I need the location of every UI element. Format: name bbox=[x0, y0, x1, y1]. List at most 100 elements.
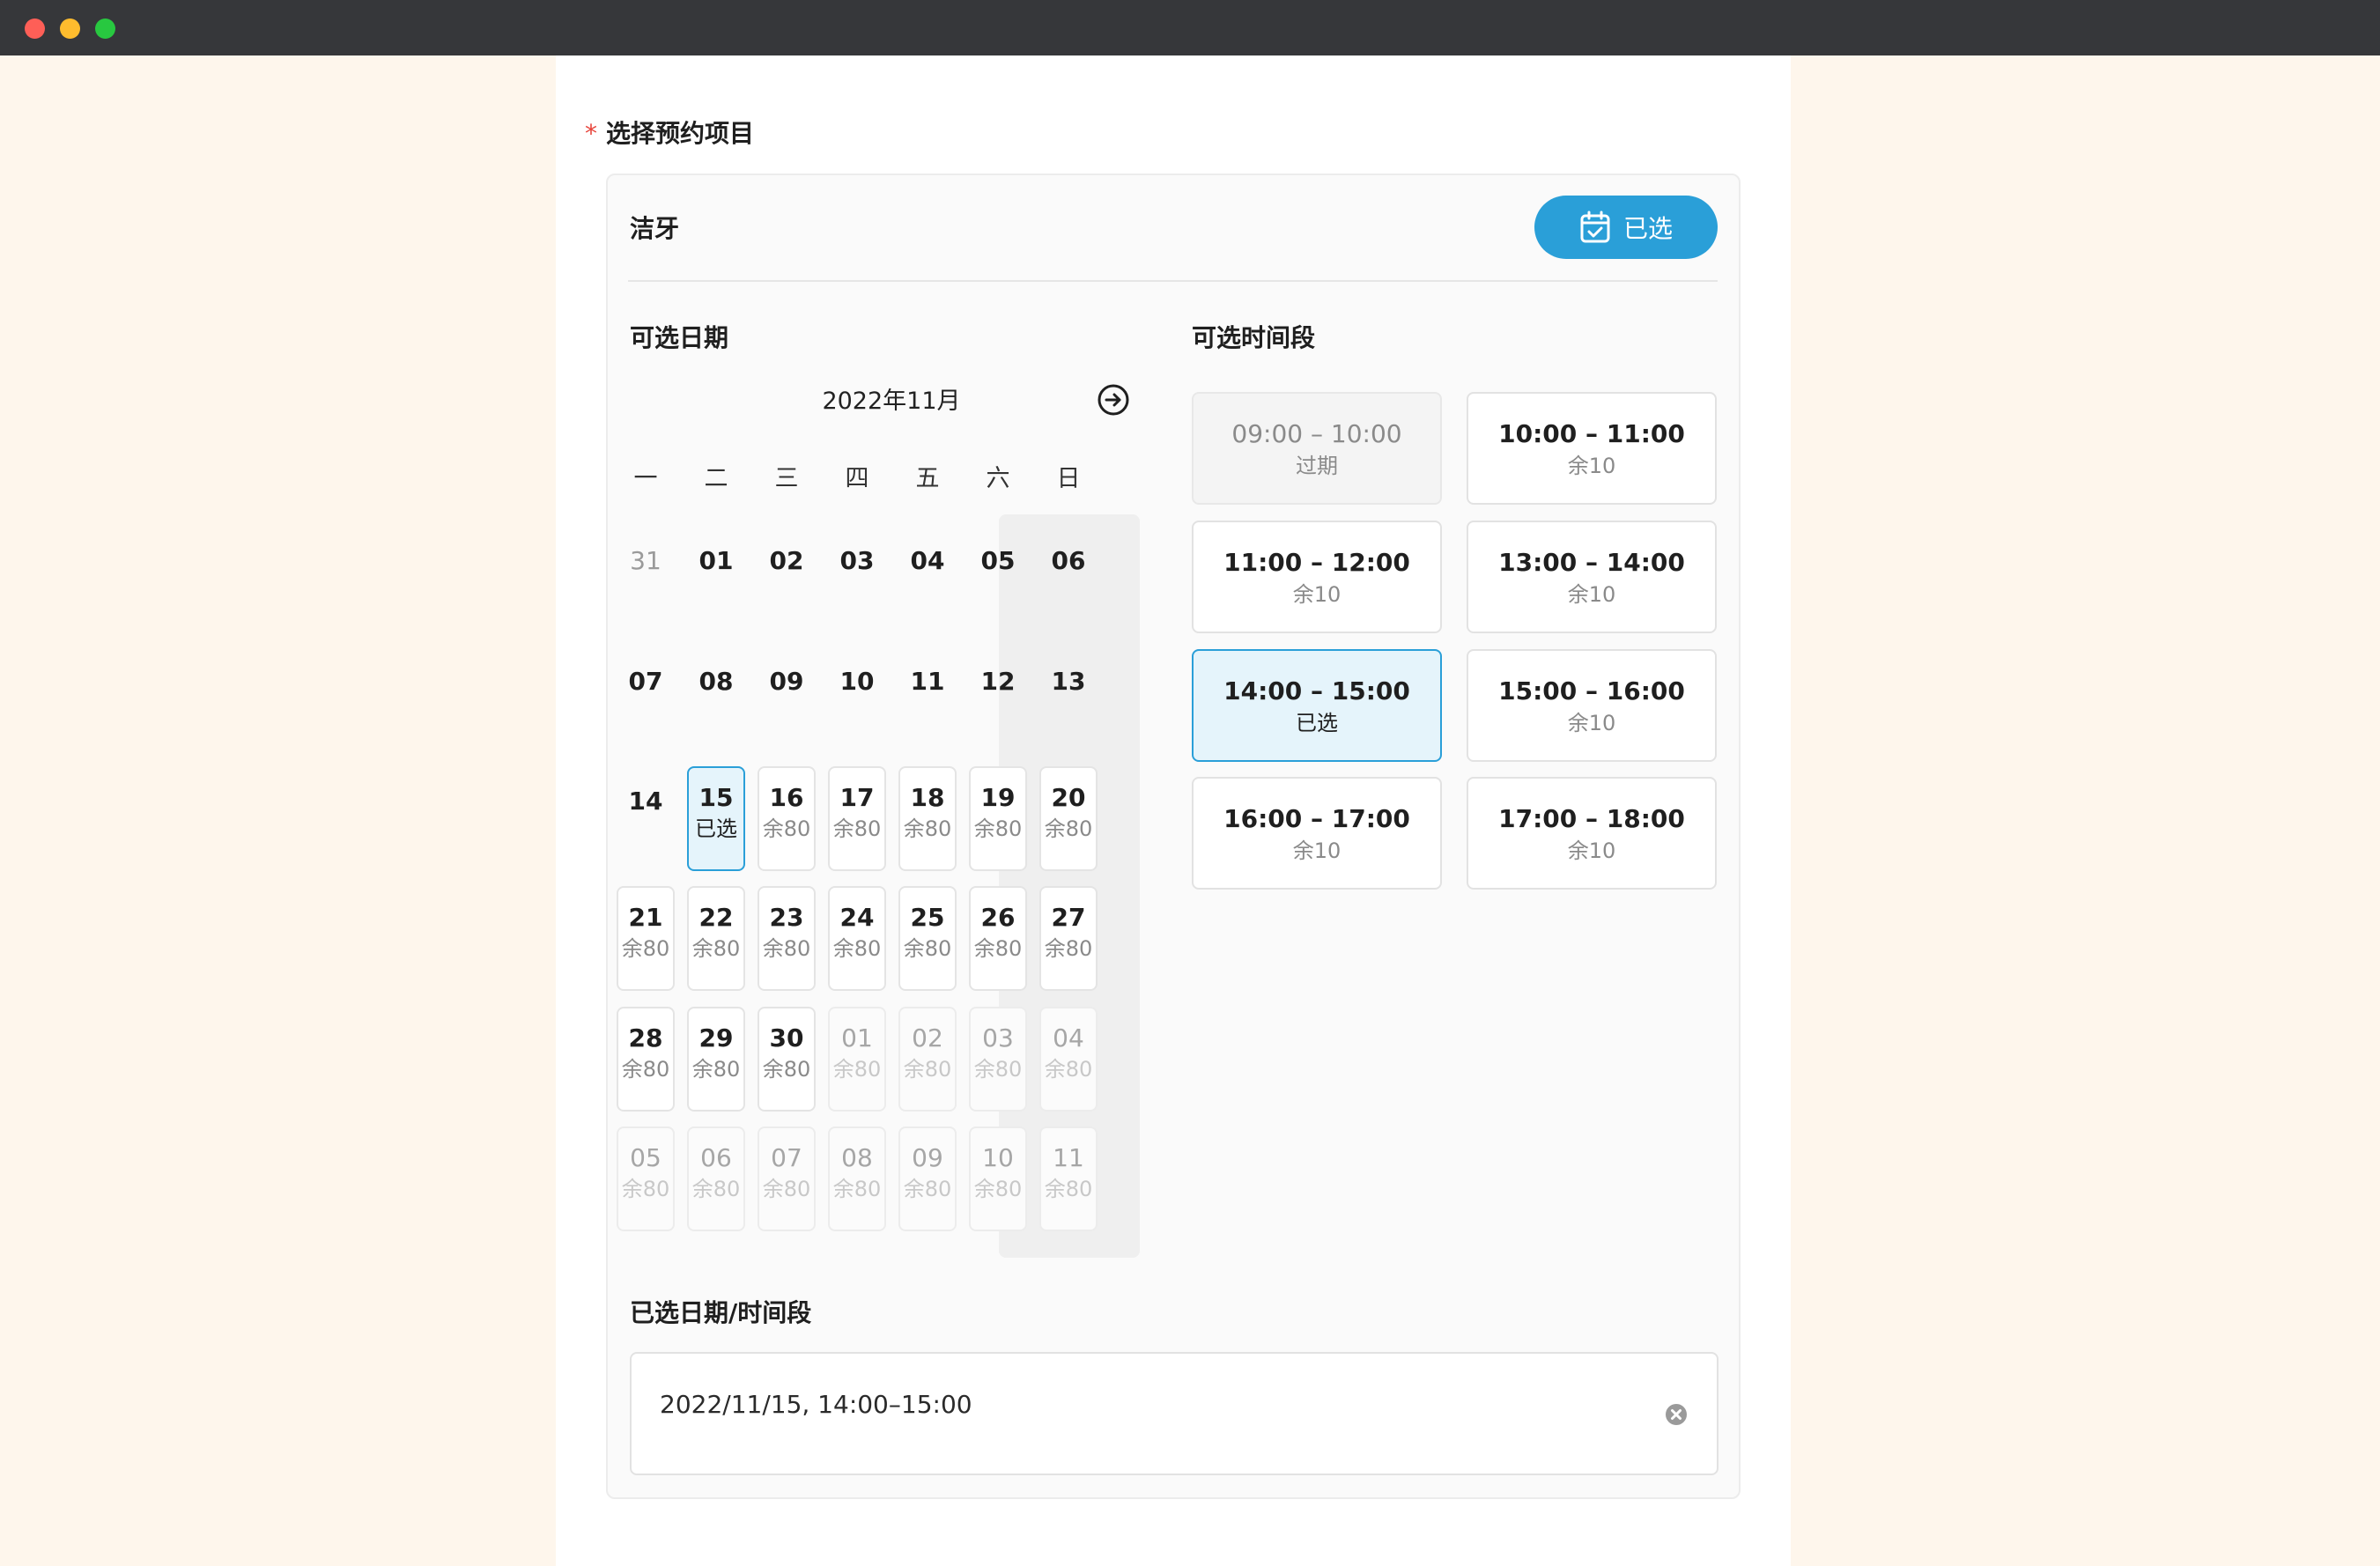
calendar-day-cell[interactable]: 22 余80 bbox=[687, 886, 745, 991]
calendar-day-status: 余80 bbox=[903, 1177, 952, 1201]
time-slot-range: 14:00 – 15:00 bbox=[1223, 676, 1410, 705]
calendar-day-number: 11 bbox=[1053, 1143, 1084, 1172]
card-divider bbox=[628, 280, 1718, 282]
time-slot-range: 10:00 – 11:00 bbox=[1498, 419, 1685, 448]
calendar-day-status: 余80 bbox=[1044, 816, 1093, 841]
time-slot[interactable]: 16:00 – 17:00 余10 bbox=[1192, 777, 1442, 890]
calendar-day[interactable]: 08 bbox=[681, 664, 751, 699]
time-slot-range: 17:00 – 18:00 bbox=[1498, 804, 1685, 833]
calendar-day-number: 23 bbox=[769, 903, 804, 932]
calendar-day[interactable]: 07 bbox=[610, 664, 681, 699]
calendar-day[interactable]: 02 bbox=[751, 543, 822, 579]
calendar-day[interactable]: 05 bbox=[963, 543, 1033, 579]
calendar-day-cell[interactable]: 30 余80 bbox=[758, 1007, 816, 1112]
field-label-text: 选择预约项目 bbox=[606, 119, 755, 148]
time-slot[interactable]: 14:00 – 15:00 已选 bbox=[1192, 649, 1442, 762]
calendar-day-cell[interactable]: 26 余80 bbox=[969, 886, 1027, 991]
calendar-day-status: 余80 bbox=[691, 936, 741, 961]
calendar-day[interactable]: 04 bbox=[892, 543, 963, 579]
calendar-day-cell: 05 余80 bbox=[617, 1126, 675, 1231]
calendar-day-cell[interactable]: 20 余80 bbox=[1039, 766, 1098, 871]
calendar-day[interactable]: 06 bbox=[1033, 543, 1104, 579]
calendar-day-number: 08 bbox=[841, 1143, 873, 1172]
arrow-right-circle-icon[interactable] bbox=[1096, 382, 1131, 417]
selected-datetime-field[interactable]: 2022/11/15, 14:00–15:00 bbox=[630, 1352, 1718, 1475]
zoom-window-button[interactable] bbox=[95, 18, 115, 39]
calendar-day-status: 余80 bbox=[1044, 1177, 1093, 1201]
calendar-day[interactable]: 09 bbox=[751, 664, 822, 699]
calendar-day-cell[interactable]: 29 余80 bbox=[687, 1007, 745, 1112]
weekday-label: 六 bbox=[986, 465, 1010, 492]
calendar-day-cell[interactable]: 24 余80 bbox=[828, 886, 886, 991]
calendar-day-cell[interactable]: 23 余80 bbox=[758, 886, 816, 991]
item-selected-button[interactable]: 已选 bbox=[1534, 196, 1718, 259]
calendar-day[interactable]: 12 bbox=[963, 664, 1033, 699]
calendar-day-cell[interactable]: 15 已选 bbox=[687, 766, 745, 871]
calendar-day-number: 29 bbox=[698, 1023, 734, 1053]
calendar-day-number: 07 bbox=[771, 1143, 802, 1172]
calendar-day-cell[interactable]: 17 余80 bbox=[828, 766, 886, 871]
calendar-day-status: 余80 bbox=[832, 1177, 882, 1201]
time-slot-range: 15:00 – 16:00 bbox=[1498, 676, 1685, 705]
calendar-day-number: 06 bbox=[700, 1143, 732, 1172]
calendar-day[interactable]: 11 bbox=[892, 664, 963, 699]
time-slot-status: 余10 bbox=[1567, 454, 1616, 478]
clear-circle-icon[interactable] bbox=[1665, 1403, 1688, 1426]
calendar-day-cell: 10 余80 bbox=[969, 1126, 1027, 1231]
calendar-day-cell[interactable]: 18 余80 bbox=[898, 766, 957, 871]
time-section-title: 可选时间段 bbox=[1192, 323, 1316, 352]
time-slot[interactable]: 13:00 – 14:00 余10 bbox=[1467, 521, 1717, 633]
calendar-day-cell: 08 余80 bbox=[828, 1126, 886, 1231]
calendar-day-number: 25 bbox=[910, 903, 945, 932]
calendar-day-cell[interactable]: 27 余80 bbox=[1039, 886, 1098, 991]
calendar-day: 31 bbox=[630, 546, 662, 575]
calendar-day-cell[interactable]: 28 余80 bbox=[617, 1007, 675, 1112]
calendar-day-status: 余80 bbox=[973, 1057, 1023, 1082]
calendar-day-cell[interactable]: 25 余80 bbox=[898, 886, 957, 991]
calendar-day-status: 余80 bbox=[762, 1177, 811, 1201]
calendar-day-status: 余80 bbox=[621, 1057, 670, 1082]
calendar-day[interactable]: 14 bbox=[610, 784, 681, 819]
required-mark: * bbox=[585, 119, 597, 148]
calendar-day-status: 余80 bbox=[973, 936, 1023, 961]
calendar-day[interactable]: 01 bbox=[681, 543, 751, 579]
calendar-day-status: 余80 bbox=[903, 936, 952, 961]
time-slot[interactable]: 17:00 – 18:00 余10 bbox=[1467, 777, 1717, 890]
calendar-day-number: 16 bbox=[769, 783, 804, 812]
calendar-day-number: 26 bbox=[980, 903, 1016, 932]
calendar-day-status: 余80 bbox=[762, 816, 811, 841]
time-slot-status: 余10 bbox=[1292, 838, 1342, 863]
item-selected-button-label: 已选 bbox=[1622, 214, 1673, 243]
time-slot-status: 过期 bbox=[1296, 454, 1338, 478]
calendar-day-status: 余80 bbox=[762, 1057, 811, 1082]
calendar-day-status: 余80 bbox=[903, 816, 952, 841]
time-slot[interactable]: 15:00 – 16:00 余10 bbox=[1467, 649, 1717, 762]
weekday-label: 二 bbox=[704, 465, 728, 492]
calendar-day-status: 余80 bbox=[832, 1057, 882, 1082]
calendar-day-cell: 06 余80 bbox=[687, 1126, 745, 1231]
weekday-label: 一 bbox=[633, 465, 658, 492]
time-slot[interactable]: 10:00 – 11:00 余10 bbox=[1467, 392, 1717, 505]
minimize-window-button[interactable] bbox=[60, 18, 80, 39]
item-name: 洁牙 bbox=[630, 214, 680, 243]
calendar-day[interactable]: 10 bbox=[822, 664, 892, 699]
calendar-day-number: 20 bbox=[1051, 783, 1086, 812]
calendar-day-cell[interactable]: 19 余80 bbox=[969, 766, 1027, 871]
window-titlebar bbox=[0, 0, 2380, 55]
calendar-day-status: 余80 bbox=[1044, 1057, 1093, 1082]
calendar-day-status: 余80 bbox=[903, 1057, 952, 1082]
calendar-day-number: 28 bbox=[628, 1023, 663, 1053]
time-slot[interactable]: 11:00 – 12:00 余10 bbox=[1192, 521, 1442, 633]
calendar-day-cell: 04 余80 bbox=[1039, 1007, 1098, 1112]
calendar-day-cell[interactable]: 16 余80 bbox=[758, 766, 816, 871]
calendar-day-status: 余80 bbox=[973, 1177, 1023, 1201]
time-slot-range: 11:00 – 12:00 bbox=[1223, 548, 1410, 577]
calendar-day-cell[interactable]: 21 余80 bbox=[617, 886, 675, 991]
calendar-day-number: 09 bbox=[912, 1143, 943, 1172]
calendar-day-status: 余80 bbox=[1044, 936, 1093, 961]
time-slot: 09:00 – 10:00 过期 bbox=[1192, 392, 1442, 505]
time-slot-status: 已选 bbox=[1296, 711, 1338, 735]
calendar-day[interactable]: 13 bbox=[1033, 664, 1104, 699]
calendar-day[interactable]: 03 bbox=[822, 543, 892, 579]
close-window-button[interactable] bbox=[25, 18, 45, 39]
